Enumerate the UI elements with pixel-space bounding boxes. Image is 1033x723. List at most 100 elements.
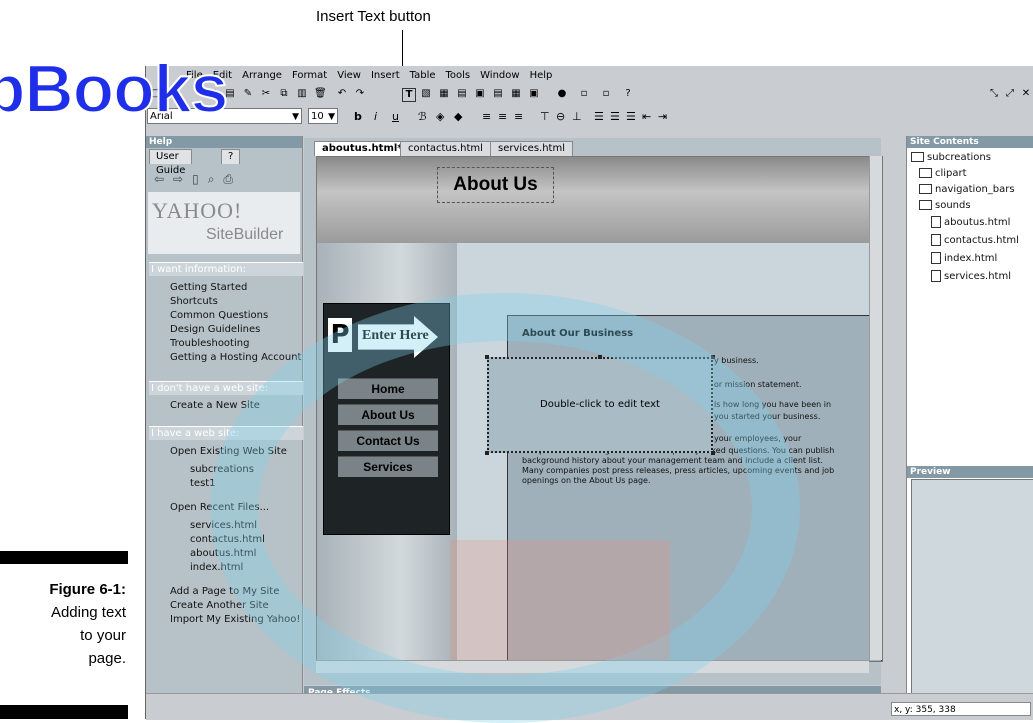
tree-file[interactable]: index.html — [931, 252, 997, 264]
help-link[interactable]: contactus.html — [190, 534, 265, 545]
resize-handle[interactable] — [485, 451, 489, 455]
help-link[interactable]: Open Recent Files... — [170, 502, 269, 513]
menu-arrange[interactable]: Arrange — [242, 70, 282, 81]
resize-handle[interactable] — [711, 451, 715, 455]
tree-root[interactable]: subcreations — [911, 152, 991, 163]
help-link[interactable]: Shortcuts — [170, 296, 218, 307]
vertical-scrollbar[interactable] — [869, 156, 882, 660]
figure-rule-top — [0, 551, 128, 564]
outdent-icon[interactable]: ⇤ — [642, 110, 651, 123]
insert-button-icon[interactable]: ▣ — [474, 88, 486, 100]
tab-help[interactable]: ? — [221, 149, 241, 164]
help-link[interactable]: subcreations — [190, 464, 254, 475]
help-nav-icons[interactable]: ⇦⇨▯⌕⎙ — [154, 172, 242, 187]
properties-icon[interactable]: ▫ — [600, 88, 612, 100]
nav-home[interactable]: Home — [338, 378, 438, 399]
insert-form-icon[interactable]: ▤ — [456, 88, 468, 100]
nav-contact[interactable]: Contact Us — [338, 430, 438, 451]
menu-window[interactable]: Window — [480, 70, 519, 81]
help-link[interactable]: index.html — [190, 562, 243, 573]
bold-button[interactable]: b — [354, 110, 362, 123]
list-icon[interactable]: ☰ — [626, 110, 636, 123]
numbered-list-icon[interactable]: ☰ — [610, 110, 620, 123]
tree-folder[interactable]: sounds — [919, 200, 971, 211]
text-color-icon[interactable]: ℬ — [418, 110, 427, 123]
publish-icon[interactable]: ● — [556, 88, 568, 100]
align-center-icon[interactable]: ≡ — [498, 110, 507, 123]
help-link[interactable]: services.html — [190, 520, 257, 531]
delete-icon[interactable]: 🗑 — [314, 88, 327, 100]
tree-file[interactable]: contactus.html — [931, 234, 1019, 246]
menu-help[interactable]: Help — [530, 70, 553, 81]
undo-icon[interactable]: ↶ — [336, 88, 348, 100]
indent-icon[interactable]: ⇥ — [658, 110, 667, 123]
new-text-box[interactable]: Double-click to edit text — [485, 355, 715, 455]
clear-format-icon[interactable]: ◆ — [454, 110, 462, 123]
preview-thumbnail[interactable] — [911, 479, 1033, 707]
paste-icon[interactable]: ▥ — [296, 88, 308, 100]
help-link[interactable]: Add a Page to My Site — [170, 586, 279, 597]
resize-handle[interactable] — [485, 355, 489, 359]
insert-link-icon[interactable]: ▦ — [510, 88, 522, 100]
page-canvas[interactable]: About Us P Enter Here Home About Us Cont… — [316, 156, 883, 662]
tree-file[interactable]: services.html — [931, 270, 1011, 282]
size-select[interactable]: 10 ▼ — [308, 108, 338, 124]
valign-top-icon[interactable]: ⊤ — [540, 110, 550, 123]
page-heading[interactable]: About Us — [437, 167, 554, 203]
menu-insert[interactable]: Insert — [371, 70, 400, 81]
nav-about[interactable]: About Us — [338, 404, 438, 425]
menu-view[interactable]: View — [337, 70, 361, 81]
help-link[interactable]: Create a New Site — [170, 400, 260, 411]
underline-button[interactable]: u — [392, 110, 399, 123]
insert-media-icon[interactable]: ▣ — [528, 88, 540, 100]
help-link[interactable]: Troubleshooting — [170, 338, 249, 349]
menu-tools[interactable]: Tools — [446, 70, 471, 81]
redo-icon[interactable]: ↷ — [354, 88, 366, 100]
help-link[interactable]: test1 — [190, 478, 216, 489]
bullet-list-icon[interactable]: ☰ — [594, 110, 604, 123]
copy-icon[interactable]: ⧉ — [278, 88, 290, 100]
help-link[interactable]: Open Existing Web Site — [170, 446, 287, 457]
preview-icon[interactable]: ▫ — [578, 88, 590, 100]
resize-handle[interactable] — [711, 355, 715, 359]
align-left-icon[interactable]: ≡ — [482, 110, 491, 123]
help-link[interactable]: aboutus.html — [190, 548, 256, 559]
menu-format[interactable]: Format — [292, 70, 327, 81]
highlight-icon[interactable]: ◈ — [436, 110, 444, 123]
cut-icon[interactable]: ✂ — [260, 88, 272, 100]
help-link[interactable]: Getting a Hosting Account — [170, 352, 301, 363]
tree-file-label: contactus.html — [944, 235, 1019, 246]
help-link[interactable]: Getting Started — [170, 282, 247, 293]
valign-middle-icon[interactable]: ⊖ — [556, 110, 565, 123]
valign-bottom-icon[interactable]: ⊥ — [572, 110, 582, 123]
tab-contactus[interactable]: contactus.html — [400, 141, 491, 156]
tree-folder[interactable]: navigation_bars — [919, 184, 1015, 195]
horizontal-scrollbar[interactable] — [316, 660, 869, 673]
tab-aboutus[interactable]: aboutus.html* — [314, 141, 411, 156]
tree-folder[interactable]: clipart — [919, 168, 967, 179]
insert-text-icon[interactable]: T — [402, 88, 416, 102]
minimize-icon[interactable]: ⤢ — [1004, 88, 1016, 100]
help-link[interactable]: Common Questions — [170, 310, 268, 321]
close-icon[interactable]: ✕ — [1020, 88, 1032, 100]
help-link[interactable]: Import My Existing Yahoo! — [170, 614, 300, 625]
restore-icon[interactable]: ⤡ — [988, 88, 1000, 100]
tab-services[interactable]: services.html — [490, 141, 573, 156]
help-icon[interactable]: ? — [622, 88, 634, 100]
menu-table[interactable]: Table — [410, 70, 436, 81]
tree-folder-label: sounds — [935, 200, 971, 211]
insert-table-icon[interactable]: ▦ — [438, 88, 450, 100]
resize-handle[interactable] — [598, 355, 602, 359]
nav-services[interactable]: Services — [338, 456, 438, 477]
tab-user-guide[interactable]: User Guide — [149, 149, 193, 176]
help-link[interactable]: Create Another Site — [170, 600, 269, 611]
sign-letter: P — [328, 318, 352, 352]
content-line: y business. — [714, 356, 759, 365]
insert-line-icon[interactable]: ▤ — [492, 88, 504, 100]
help-link[interactable]: Design Guidelines — [170, 324, 260, 335]
align-right-icon[interactable]: ≡ — [514, 110, 523, 123]
italic-button[interactable]: i — [374, 110, 377, 123]
insert-image-icon[interactable]: ▧ — [420, 88, 432, 100]
edit-icon[interactable]: ✎ — [242, 88, 254, 100]
tree-file[interactable]: aboutus.html — [931, 216, 1010, 228]
